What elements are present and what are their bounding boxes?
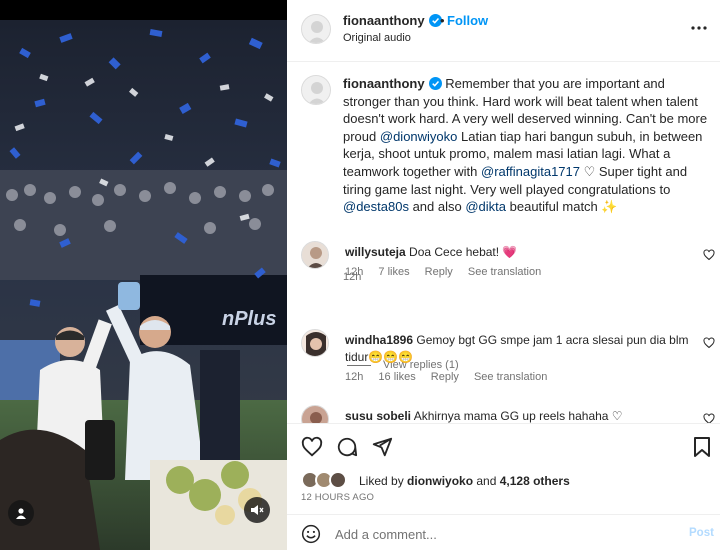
caption-text-5: beautiful match ✨ <box>506 199 618 215</box>
caption-text: fionaanthony Remember that you are impor… <box>343 75 713 216</box>
comment-meta: 12h 16 likes Reply See translation <box>345 371 559 383</box>
heart-icon <box>301 436 323 457</box>
comments-scroll[interactable]: fionaanthony Remember that you are impor… <box>287 63 720 423</box>
commenter-username[interactable]: susu sobeli <box>345 409 411 423</box>
commenter-username[interactable]: willysuteja <box>345 245 406 259</box>
comment-text: susu sobeli Akhirnya mama GG up reels ha… <box>345 408 695 423</box>
commenter-avatar[interactable] <box>301 241 329 269</box>
comment-likes[interactable]: 7 likes <box>378 266 409 278</box>
post-timestamp[interactable]: 12 HOURS AGO <box>301 492 374 503</box>
heart-icon <box>703 413 715 423</box>
person-icon <box>16 508 26 519</box>
author-avatar[interactable] <box>301 14 331 44</box>
reply-button[interactable]: Reply <box>425 266 453 278</box>
liked-by-text[interactable]: Liked by dionwiyoko and 4,128 others <box>359 474 570 488</box>
comment-composer: Post <box>287 514 720 550</box>
liked-by-prefix: Liked by <box>359 474 408 488</box>
post-panel: fionaanthony • Follow Original audio fio… <box>287 0 720 550</box>
comment-like-button[interactable] <box>703 337 715 352</box>
more-horizontal-icon <box>691 26 707 30</box>
author-username-text[interactable]: fionaanthony <box>343 13 425 28</box>
caption-avatar[interactable] <box>301 75 331 105</box>
caption-text-4: and also <box>408 199 466 215</box>
follow-button[interactable]: Follow <box>447 13 488 28</box>
commenter-username[interactable]: windha1896 <box>345 333 413 347</box>
caption-username[interactable]: fionaanthony <box>343 76 425 91</box>
video-frame[interactable]: nPlus <box>0 20 287 550</box>
comment-like-button[interactable] <box>703 413 715 423</box>
liked-by-middle: and <box>473 474 500 488</box>
speaker-muted-icon <box>251 505 264 515</box>
header-separator: • <box>440 13 445 28</box>
liked-by-user[interactable]: dionwiyoko <box>407 474 473 488</box>
emoji-button[interactable] <box>301 524 321 547</box>
comment-content: Akhirnya mama GG up reels hahaha ♡ <box>411 409 623 423</box>
mention-link[interactable]: @desta80s <box>343 199 409 214</box>
liked-by-count[interactable]: 4,128 others <box>500 474 570 488</box>
see-translation-button[interactable]: See translation <box>468 266 541 278</box>
send-icon <box>372 437 393 457</box>
comment-likes[interactable]: 16 likes <box>378 371 415 383</box>
comment-icon <box>337 437 358 457</box>
comment-input[interactable] <box>335 523 665 545</box>
author-username[interactable]: fionaanthony <box>343 13 442 28</box>
like-button[interactable] <box>301 436 323 461</box>
mute-button[interactable] <box>244 497 270 523</box>
see-translation-button[interactable]: See translation <box>474 371 547 383</box>
more-options-button[interactable] <box>690 19 708 34</box>
verified-badge-icon <box>428 77 442 90</box>
comment-time[interactable]: 12h <box>345 266 363 278</box>
comment-text: willysuteja Doa Cece hebat! 💗 <box>345 244 695 261</box>
audio-label[interactable]: Original audio <box>343 32 411 44</box>
mention-link[interactable]: @raffinagita1717 <box>481 164 580 179</box>
comment-meta: 12h 7 likes Reply See translation <box>345 266 553 278</box>
comment-time[interactable]: 12h <box>345 371 363 383</box>
share-button[interactable] <box>371 436 393 461</box>
comment-like-button[interactable] <box>703 249 715 264</box>
save-button[interactable] <box>692 436 712 461</box>
post-comment-button[interactable]: Post <box>689 527 714 539</box>
tagged-people-button[interactable] <box>8 500 34 526</box>
post-media[interactable]: nPlus <box>0 0 287 550</box>
liker-avatar <box>329 471 347 489</box>
svg-text:nPlus: nPlus <box>222 308 276 330</box>
heart-icon <box>703 249 715 261</box>
comment-button[interactable] <box>336 436 358 461</box>
comment-text: windha1896 Gemoy bgt GG smpe jam 1 acra … <box>345 332 695 366</box>
heart-icon <box>703 337 715 349</box>
mention-link[interactable]: @dionwiyoko <box>380 129 458 144</box>
mention-link[interactable]: @dikta <box>465 199 506 214</box>
post-actions: Liked by dionwiyoko and 4,128 others 12 … <box>287 423 720 550</box>
post-header: fionaanthony • Follow Original audio <box>287 0 720 62</box>
reply-button[interactable]: Reply <box>431 371 459 383</box>
bookmark-icon <box>694 437 710 457</box>
commenter-avatar[interactable] <box>301 405 329 423</box>
commenter-avatar[interactable] <box>301 329 329 357</box>
comment-content: Doa Cece hebat! 💗 <box>405 245 518 259</box>
emoji-icon <box>301 524 321 544</box>
